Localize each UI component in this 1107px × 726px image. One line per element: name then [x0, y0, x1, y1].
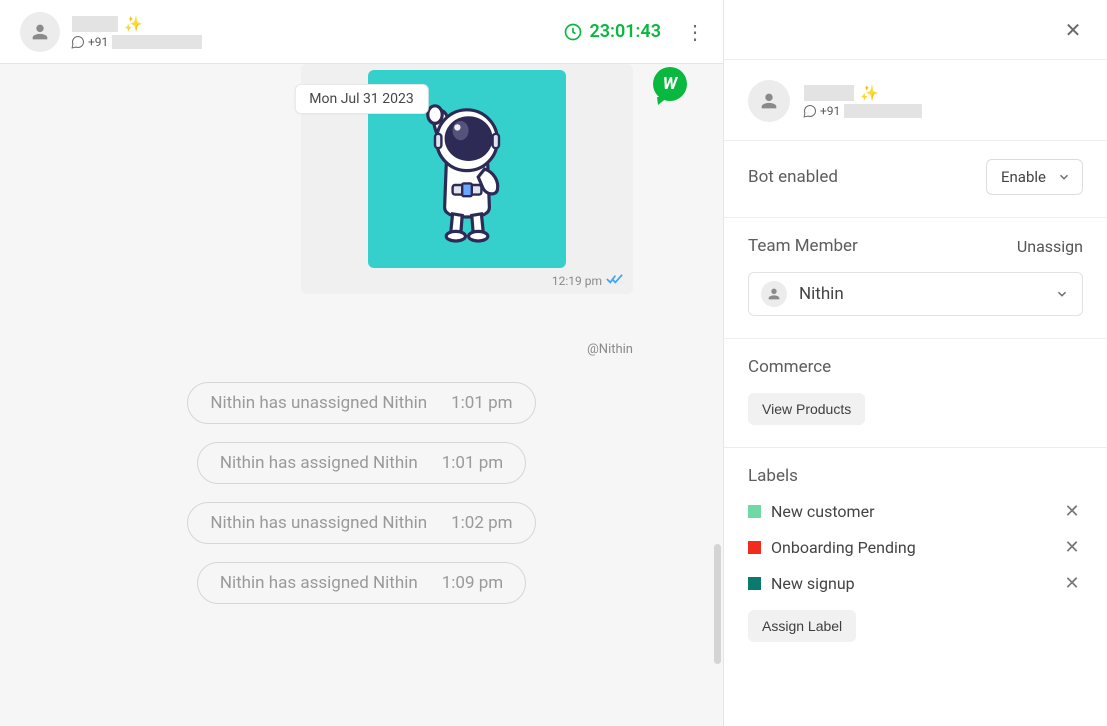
phone-prefix: +91	[88, 35, 108, 49]
label-swatch	[748, 577, 761, 590]
bot-label: Bot enabled	[748, 167, 838, 187]
chat-header: ✨ +91 23:01:43 ⋮	[0, 0, 723, 64]
label-swatch	[748, 505, 761, 518]
system-message: Nithin has unassigned Nithin 1:01 pm	[187, 382, 535, 424]
commerce-section: Commerce View Products	[724, 339, 1107, 448]
date-chip: Mon Jul 31 2023	[294, 84, 428, 114]
team-member-select[interactable]: Nithin	[748, 272, 1083, 316]
sparkle-icon: ✨	[124, 15, 143, 33]
label-item: Onboarding Pending ✕	[748, 536, 1083, 558]
brand-mark-icon: W	[663, 74, 677, 94]
message-meta: 12:19 pm	[552, 273, 623, 288]
timer-value: 23:01:43	[589, 21, 661, 42]
system-message-time: 1:01 pm	[442, 453, 503, 473]
details-contact: ✨ +91	[724, 60, 1107, 141]
remove-label-button[interactable]: ✕	[1061, 500, 1083, 522]
bot-enable-select[interactable]: Enable	[986, 159, 1083, 195]
details-header: ✕	[724, 0, 1107, 60]
chat-body: Mon Jul 31 2023 W	[0, 64, 723, 726]
system-message-text: Nithin has assigned Nithin	[220, 573, 418, 593]
contact-avatar[interactable]	[20, 12, 60, 52]
label-text: New signup	[771, 574, 1051, 593]
labels-heading: Labels	[748, 466, 798, 486]
system-messages: Nithin has unassigned Nithin 1:01 pm Nit…	[0, 382, 723, 604]
bot-enable-value: Enable	[1001, 168, 1046, 186]
system-message-time: 1:02 pm	[451, 513, 512, 533]
whatsapp-icon	[72, 36, 84, 48]
label-item: New customer ✕	[748, 500, 1083, 522]
person-icon	[766, 286, 782, 302]
system-message-text: Nithin has unassigned Nithin	[210, 393, 427, 413]
clock-icon	[563, 22, 583, 42]
details-phone-prefix: +91	[820, 104, 840, 118]
contact-info: ✨ +91	[72, 15, 202, 49]
remove-label-button[interactable]: ✕	[1061, 536, 1083, 558]
sparkle-icon: ✨	[860, 84, 879, 102]
details-avatar[interactable]	[748, 80, 790, 122]
label-text: New customer	[771, 502, 1051, 521]
chat-panel: ✨ +91 23:01:43 ⋮ Mon Jul 31 2023 W	[0, 0, 724, 726]
contact-phone-masked	[112, 35, 202, 49]
contact-name-masked	[72, 16, 118, 32]
system-message: Nithin has assigned Nithin 1:09 pm	[197, 562, 526, 604]
person-icon	[758, 90, 780, 112]
system-message: Nithin has assigned Nithin 1:01 pm	[197, 442, 526, 484]
whatsapp-icon	[804, 105, 816, 117]
system-message-time: 1:01 pm	[451, 393, 512, 413]
assignee-name: Nithin	[799, 284, 1054, 304]
system-message-text: Nithin has unassigned Nithin	[210, 513, 427, 533]
team-section: Team Member Unassign Nithin	[724, 218, 1107, 339]
system-message-text: Nithin has assigned Nithin	[220, 453, 418, 473]
chevron-down-icon	[1054, 286, 1070, 302]
commerce-label: Commerce	[748, 357, 831, 377]
message-time: 12:19 pm	[552, 274, 602, 288]
details-phone-masked	[844, 104, 922, 118]
details-panel: ✕ ✨ +91 Bot enabled Enable	[724, 0, 1107, 726]
assign-label-button[interactable]: Assign Label	[748, 610, 856, 642]
session-timer: 23:01:43	[563, 21, 661, 42]
brand-bubble: W	[653, 67, 687, 101]
remove-label-button[interactable]: ✕	[1061, 572, 1083, 594]
bot-section: Bot enabled Enable	[724, 141, 1107, 218]
team-label: Team Member	[748, 236, 858, 256]
close-panel-button[interactable]: ✕	[1059, 16, 1087, 44]
unassign-link[interactable]: Unassign	[1017, 237, 1083, 256]
chevron-down-icon	[1056, 169, 1072, 185]
label-item: New signup ✕	[748, 572, 1083, 594]
more-menu-button[interactable]: ⋮	[683, 16, 707, 48]
view-products-button[interactable]: View Products	[748, 393, 865, 425]
system-message-time: 1:09 pm	[442, 573, 503, 593]
system-message: Nithin has unassigned Nithin 1:02 pm	[187, 502, 535, 544]
scrollbar[interactable]	[714, 544, 721, 664]
labels-list: New customer ✕ Onboarding Pending ✕ New …	[748, 500, 1083, 594]
details-name-masked	[804, 85, 854, 101]
labels-section: Labels New customer ✕ Onboarding Pending…	[724, 448, 1107, 664]
person-icon	[29, 21, 51, 43]
label-swatch	[748, 541, 761, 554]
label-text: Onboarding Pending	[771, 538, 1051, 557]
read-ticks-icon	[606, 273, 623, 288]
assignee-avatar	[761, 281, 787, 307]
message-author: @Nithin	[587, 342, 633, 357]
